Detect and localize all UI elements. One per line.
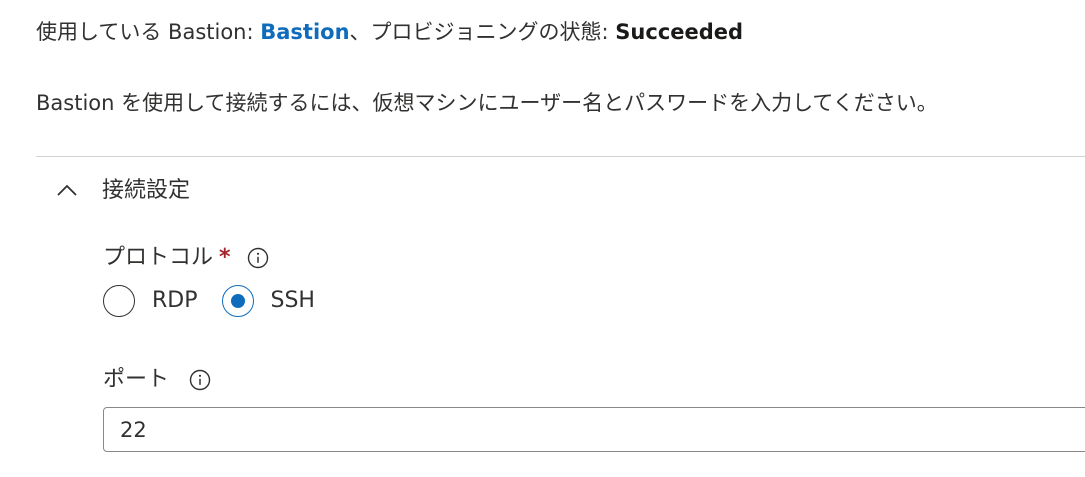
bastion-link[interactable]: Bastion bbox=[260, 20, 349, 44]
section-divider bbox=[36, 156, 1085, 157]
port-label-row: ポート bbox=[103, 365, 211, 395]
provisioning-state: Succeeded bbox=[615, 20, 744, 44]
protocol-radio-group: RDP SSH bbox=[103, 285, 339, 317]
protocol-label: プロトコル bbox=[103, 245, 214, 270]
required-mark: * bbox=[219, 245, 231, 270]
protocol-option-rdp[interactable]: RDP bbox=[103, 285, 198, 317]
bastion-status-line: 使用している Bastion: Bastion、プロビジョニングの状態: Suc… bbox=[36, 17, 743, 47]
radio-ssh-selected-dot bbox=[230, 294, 245, 308]
status-prefix: 使用している Bastion: bbox=[36, 20, 261, 44]
radio-rdp-label: RDP bbox=[152, 288, 198, 313]
radio-ssh-label: SSH bbox=[270, 288, 315, 313]
chevron-up-icon bbox=[57, 184, 77, 196]
port-info-icon[interactable] bbox=[189, 369, 211, 391]
protocol-info-icon[interactable] bbox=[247, 247, 269, 269]
port-label: ポート bbox=[103, 367, 170, 392]
bastion-connect-panel: 使用している Bastion: Bastion、プロビジョニングの状態: Suc… bbox=[0, 0, 1085, 477]
radio-rdp[interactable] bbox=[103, 285, 135, 317]
port-input[interactable] bbox=[103, 407, 1085, 452]
intro-text: Bastion を使用して接続するには、仮想マシンにユーザー名とパスワードを入力… bbox=[36, 91, 938, 115]
protocol-label-row: プロトコル * bbox=[103, 243, 269, 273]
status-middle: 、プロビジョニングの状態: bbox=[349, 20, 616, 44]
connection-settings-toggle[interactable]: 接続設定 bbox=[56, 174, 190, 208]
radio-ssh[interactable] bbox=[221, 285, 254, 317]
connection-settings-title: 接続設定 bbox=[102, 178, 191, 203]
protocol-option-ssh[interactable]: SSH bbox=[221, 285, 315, 317]
